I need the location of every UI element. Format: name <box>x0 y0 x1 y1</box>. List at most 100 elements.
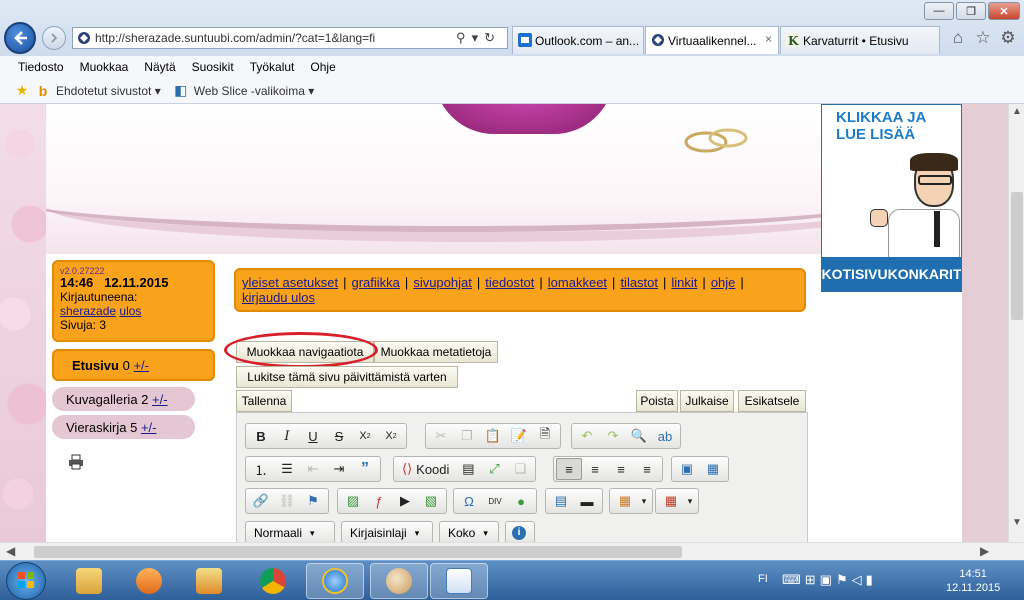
sidebar-item-etusivu[interactable]: Etusivu 0 +/- <box>52 349 215 381</box>
address-bar[interactable]: http://sherazade.suntuubi.com/admin/?cat… <box>72 27 508 49</box>
format-select[interactable]: Normaali ▾ <box>245 521 335 542</box>
undo-icon[interactable]: ↶ <box>574 425 600 447</box>
taskbar-wordpad[interactable] <box>430 563 488 599</box>
superscript-icon[interactable]: X2 <box>378 425 404 447</box>
menu-item-file[interactable]: Tiedosto <box>18 60 64 74</box>
admin-link-logout[interactable]: kirjaudu ulos <box>242 290 315 305</box>
font-select[interactable]: Kirjaisinlaji ▾ <box>341 521 433 542</box>
printer-icon[interactable] <box>68 454 84 470</box>
chevron-down-icon[interactable]: ▾ <box>638 490 650 512</box>
sidebar-item-kuvagalleria[interactable]: Kuvagalleria 2 +/- <box>52 387 195 411</box>
start-button[interactable] <box>6 562 46 600</box>
clock[interactable]: 14:51 12.11.2015 <box>946 567 1000 595</box>
globe-icon[interactable]: ● <box>508 490 534 512</box>
taskbar-store[interactable] <box>180 563 238 599</box>
device-icon[interactable]: ▣ <box>820 572 836 587</box>
vertical-scrollbar[interactable]: ▲ ▼ <box>1008 104 1024 542</box>
menu-item-favorites[interactable]: Suosikit <box>192 60 234 74</box>
favorites-add-icon[interactable]: ★ <box>14 82 30 99</box>
taskbar-paint[interactable] <box>370 563 428 599</box>
horizontal-rule-icon[interactable]: ▬ <box>574 490 600 512</box>
select-all-icon[interactable]: ▣ <box>674 458 700 480</box>
bold-icon[interactable]: B <box>248 425 274 447</box>
menu-item-help[interactable]: Ohje <box>310 60 335 74</box>
nav-edit-link[interactable]: +/- <box>152 392 168 407</box>
redo-icon[interactable]: ↷ <box>600 425 626 447</box>
scroll-left-icon[interactable]: ◀ <box>6 544 15 558</box>
copy-icon[interactable]: ❐ <box>454 425 480 447</box>
windows-flag-icon[interactable]: ⊞ <box>805 572 820 587</box>
volume-icon[interactable]: ◁ <box>852 572 866 587</box>
tab-outlook[interactable]: Outlook.com – an... <box>512 26 644 54</box>
publish-button[interactable]: Julkaise <box>680 390 734 412</box>
keyboard-icon[interactable]: ⌨ <box>782 572 805 587</box>
find-icon[interactable]: 🔍 <box>626 425 652 447</box>
anchor-flag-icon[interactable]: ⚑ <box>300 490 326 512</box>
table-icon[interactable]: ▦ <box>658 490 684 512</box>
admin-link-files[interactable]: tiedostot <box>485 275 534 290</box>
scroll-down-icon[interactable]: ▼ <box>1012 517 1022 528</box>
menu-item-tools[interactable]: Työkalut <box>250 60 295 74</box>
admin-link-templates[interactable]: sivupohjat <box>413 275 472 290</box>
edit-metadata-button[interactable]: Muokkaa metatietoja <box>374 341 498 363</box>
link-icon[interactable]: 🔗 <box>248 490 274 512</box>
admin-link-forms[interactable]: lomakkeet <box>548 275 607 290</box>
numbered-list-icon[interactable]: ⒈ <box>248 458 274 480</box>
taskbar-explorer[interactable] <box>60 563 118 599</box>
close-tab-icon[interactable]: × <box>765 32 772 46</box>
video-icon[interactable]: ▶ <box>392 490 418 512</box>
page-break-icon[interactable]: ▤ <box>548 490 574 512</box>
outdent-icon[interactable]: ⇤ <box>300 458 326 480</box>
underline-icon[interactable]: U <box>300 425 326 447</box>
lock-page-button[interactable]: Lukitse tämä sivu päivittämistä varten <box>236 366 458 388</box>
admin-link-statistics[interactable]: tilastot <box>620 275 658 290</box>
align-center-icon[interactable]: ≡ <box>582 458 608 480</box>
image-properties-icon[interactable]: ▦ <box>700 458 726 480</box>
paste-icon[interactable]: 📋 <box>480 425 506 447</box>
maximize-icon[interactable]: ⤢ <box>481 458 507 480</box>
align-left-icon[interactable]: ≡ <box>556 458 582 480</box>
scroll-up-icon[interactable]: ▲ <box>1012 106 1022 117</box>
special-character-icon[interactable]: Ω <box>456 490 482 512</box>
preview-button[interactable]: Esikatsele <box>738 390 806 412</box>
taskbar-chrome[interactable] <box>244 563 302 599</box>
nav-edit-link[interactable]: +/- <box>133 358 149 373</box>
refresh-icon[interactable]: ↻ <box>484 30 501 45</box>
color-grid-icon[interactable]: ▦ <box>612 490 638 512</box>
bullet-list-icon[interactable]: ☰ <box>274 458 300 480</box>
show-blocks-icon[interactable]: ❏ <box>507 458 533 480</box>
gallery-icon[interactable]: ▧ <box>418 490 444 512</box>
scroll-right-icon[interactable]: ▶ <box>980 544 989 558</box>
action-center-flag-icon[interactable]: ⚑ <box>836 572 852 587</box>
about-button[interactable]: i <box>505 521 535 542</box>
unlink-icon[interactable]: ⛓ <box>274 490 300 512</box>
flash-icon[interactable]: ƒ <box>366 490 392 512</box>
favorites-star-icon[interactable]: ☆ <box>973 28 993 48</box>
div-container-icon[interactable]: DIV <box>482 490 508 512</box>
strikethrough-icon[interactable]: S <box>326 425 352 447</box>
scroll-thumb[interactable] <box>34 546 682 558</box>
search-icon[interactable]: ⚲ <box>456 30 472 45</box>
chevron-down-icon[interactable]: ▾ <box>684 490 696 512</box>
tab-karvaturrit[interactable]: K Karvaturrit • Etusivu <box>780 26 940 54</box>
indent-icon[interactable]: ⇥ <box>326 458 352 480</box>
admin-link-help[interactable]: ohje <box>711 275 736 290</box>
suggested-sites-button[interactable]: b Ehdotetut sivustot ▾ <box>35 83 161 99</box>
taskbar-media-player[interactable] <box>120 563 178 599</box>
forward-button[interactable] <box>42 26 66 50</box>
close-window-button[interactable]: ✕ <box>988 2 1020 20</box>
save-button[interactable]: Tallenna <box>236 390 292 412</box>
chevron-down-icon[interactable]: ▾ <box>472 30 485 45</box>
replace-icon[interactable]: ab <box>652 425 678 447</box>
admin-link-links[interactable]: linkit <box>671 275 697 290</box>
align-justify-icon[interactable]: ≡ <box>634 458 660 480</box>
source-code-button[interactable]: ⟨⟩ Koodi <box>396 458 455 480</box>
gear-icon[interactable]: ⚙ <box>998 28 1018 48</box>
web-slice-button[interactable]: ◧ Web Slice -valikoima ▾ <box>173 82 314 99</box>
minimize-button[interactable]: — <box>924 2 954 20</box>
delete-button[interactable]: Poista <box>636 390 678 412</box>
admin-link-general-settings[interactable]: yleiset asetukset <box>242 275 338 290</box>
taskbar-internet-explorer[interactable] <box>306 563 364 599</box>
paste-word-icon[interactable]: 🗎 <box>532 425 558 447</box>
network-signal-icon[interactable]: ▮ <box>866 572 877 587</box>
